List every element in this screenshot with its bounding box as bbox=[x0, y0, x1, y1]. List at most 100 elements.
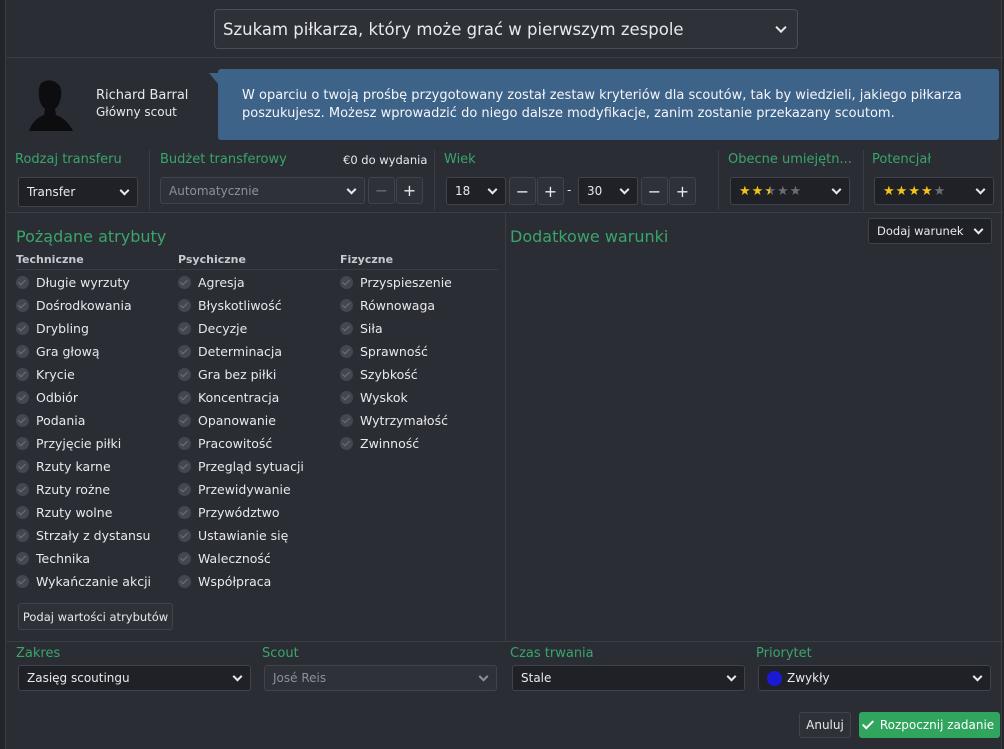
checkmark-icon[interactable] bbox=[16, 552, 29, 565]
priority-dropdown[interactable]: Zwykły bbox=[758, 665, 991, 691]
budget-dropdown[interactable]: Automatycznie bbox=[160, 177, 365, 204]
attribute-item[interactable]: Przyspieszenie bbox=[340, 275, 452, 290]
range-value: Zasięg scoutingu bbox=[27, 671, 130, 685]
checkmark-icon[interactable] bbox=[340, 345, 353, 358]
attribute-item[interactable]: Siła bbox=[340, 321, 383, 336]
scout-dropdown[interactable]: José Reis bbox=[264, 665, 497, 691]
checkmark-icon[interactable] bbox=[340, 437, 353, 450]
attribute-item[interactable]: Wyskok bbox=[340, 390, 408, 405]
checkmark-icon[interactable] bbox=[16, 276, 29, 289]
checkmark-icon[interactable] bbox=[178, 483, 191, 496]
transfer-type-dropdown[interactable]: Transfer bbox=[18, 177, 138, 207]
age-max-decrease-button[interactable]: − bbox=[641, 177, 668, 205]
checkmark-icon[interactable] bbox=[16, 368, 29, 381]
attribute-item[interactable]: Koncentracja bbox=[178, 390, 279, 405]
checkmark-icon[interactable] bbox=[178, 529, 191, 542]
attribute-item[interactable]: Technika bbox=[16, 551, 90, 566]
attribute-item[interactable]: Strzały z dystansu bbox=[16, 528, 150, 543]
attribute-item[interactable]: Wykańczanie akcji bbox=[16, 574, 151, 589]
attribute-item[interactable]: Drybling bbox=[16, 321, 89, 336]
duration-dropdown[interactable]: Stale bbox=[512, 665, 745, 691]
attribute-item[interactable]: Gra głową bbox=[16, 344, 99, 359]
age-max-dropdown[interactable]: 30 bbox=[578, 177, 638, 205]
attribute-item[interactable]: Dośrodkowania bbox=[16, 298, 132, 313]
checkmark-icon[interactable] bbox=[178, 506, 191, 519]
range-dropdown[interactable]: Zasięg scoutingu bbox=[18, 665, 251, 691]
checkmark-icon[interactable] bbox=[178, 552, 191, 565]
start-assignment-button[interactable]: Rozpocznij zadanie bbox=[859, 712, 1000, 738]
checkmark-icon[interactable] bbox=[178, 299, 191, 312]
checkmark-icon[interactable] bbox=[340, 391, 353, 404]
attribute-values-button[interactable]: Podaj wartości atrybutów bbox=[18, 603, 173, 630]
checkmark-icon[interactable] bbox=[178, 368, 191, 381]
checkmark-icon[interactable] bbox=[16, 414, 29, 427]
request-type-dropdown[interactable]: Szukam piłkarza, który może grać w pierw… bbox=[214, 9, 798, 49]
checkmark-icon[interactable] bbox=[340, 276, 353, 289]
budget-increase-button[interactable]: + bbox=[396, 177, 423, 204]
potential-dropdown[interactable]: ★ ★ ★ ★ ★ bbox=[874, 177, 994, 205]
attribute-item[interactable]: Pracowitość bbox=[178, 436, 272, 451]
budget-decrease-button[interactable]: − bbox=[368, 177, 395, 204]
current-ability-dropdown[interactable]: ★ ★ ★ ★ ★ bbox=[730, 177, 850, 205]
checkmark-icon[interactable] bbox=[16, 575, 29, 588]
age-max-increase-button[interactable]: + bbox=[669, 177, 696, 205]
attribute-item[interactable]: Decyzje bbox=[178, 321, 247, 336]
checkmark-icon[interactable] bbox=[16, 345, 29, 358]
attribute-item[interactable]: Długie wyrzuty bbox=[16, 275, 130, 290]
checkmark-icon[interactable] bbox=[178, 322, 191, 335]
checkmark-icon[interactable] bbox=[340, 299, 353, 312]
checkmark-icon[interactable] bbox=[340, 414, 353, 427]
checkmark-icon[interactable] bbox=[340, 368, 353, 381]
attribute-item[interactable]: Przyjęcie piłki bbox=[16, 436, 121, 451]
attribute-label: Decyzje bbox=[198, 321, 248, 336]
attribute-item[interactable]: Przywództwo bbox=[178, 505, 280, 520]
attribute-item[interactable]: Agresja bbox=[178, 275, 245, 290]
attribute-item[interactable]: Równowaga bbox=[340, 298, 435, 313]
checkmark-icon[interactable] bbox=[16, 322, 29, 335]
chevron-down-icon bbox=[478, 671, 489, 682]
attribute-item[interactable]: Rzuty rożne bbox=[16, 482, 110, 497]
attribute-item[interactable]: Waleczność bbox=[178, 551, 271, 566]
attribute-item[interactable]: Wytrzymałość bbox=[340, 413, 448, 428]
attribute-item[interactable]: Gra bez piłki bbox=[178, 367, 276, 382]
attribute-label: Rzuty rożne bbox=[36, 482, 111, 497]
attribute-item[interactable]: Zwinność bbox=[340, 436, 419, 451]
checkmark-icon[interactable] bbox=[16, 529, 29, 542]
age-min-decrease-button[interactable]: − bbox=[509, 177, 536, 205]
checkmark-icon[interactable] bbox=[340, 322, 353, 335]
attribute-label: Ustawianie się bbox=[198, 528, 289, 543]
attribute-item[interactable]: Krycie bbox=[16, 367, 75, 382]
divider bbox=[149, 150, 150, 210]
checkmark-icon[interactable] bbox=[16, 460, 29, 473]
attribute-item[interactable]: Współpraca bbox=[178, 574, 271, 589]
checkmark-icon[interactable] bbox=[178, 437, 191, 450]
cancel-button[interactable]: Anuluj bbox=[799, 712, 851, 738]
attribute-item[interactable]: Szybkość bbox=[340, 367, 418, 382]
attribute-item[interactable]: Błyskotliwość bbox=[178, 298, 282, 313]
checkmark-icon[interactable] bbox=[178, 345, 191, 358]
attribute-item[interactable]: Ustawianie się bbox=[178, 528, 288, 543]
checkmark-icon[interactable] bbox=[178, 276, 191, 289]
duration-label: Czas trwania bbox=[510, 646, 594, 661]
attribute-item[interactable]: Rzuty wolne bbox=[16, 505, 112, 520]
attribute-item[interactable]: Przegląd sytuacji bbox=[178, 459, 304, 474]
attribute-item[interactable]: Przewidywanie bbox=[178, 482, 291, 497]
age-min-increase-button[interactable]: + bbox=[537, 177, 564, 205]
checkmark-icon[interactable] bbox=[178, 460, 191, 473]
checkmark-icon[interactable] bbox=[16, 483, 29, 496]
checkmark-icon[interactable] bbox=[16, 391, 29, 404]
attribute-item[interactable]: Rzuty karne bbox=[16, 459, 111, 474]
checkmark-icon[interactable] bbox=[16, 506, 29, 519]
checkmark-icon[interactable] bbox=[178, 414, 191, 427]
checkmark-icon[interactable] bbox=[16, 299, 29, 312]
attribute-item[interactable]: Odbiór bbox=[16, 390, 78, 405]
checkmark-icon[interactable] bbox=[16, 437, 29, 450]
checkmark-icon[interactable] bbox=[178, 575, 191, 588]
attribute-item[interactable]: Podania bbox=[16, 413, 85, 428]
attribute-item[interactable]: Sprawność bbox=[340, 344, 428, 359]
age-min-dropdown[interactable]: 18 bbox=[446, 177, 506, 205]
attribute-item[interactable]: Determinacja bbox=[178, 344, 282, 359]
add-condition-dropdown[interactable]: Dodaj warunek bbox=[868, 218, 992, 244]
checkmark-icon[interactable] bbox=[178, 391, 191, 404]
attribute-item[interactable]: Opanowanie bbox=[178, 413, 276, 428]
